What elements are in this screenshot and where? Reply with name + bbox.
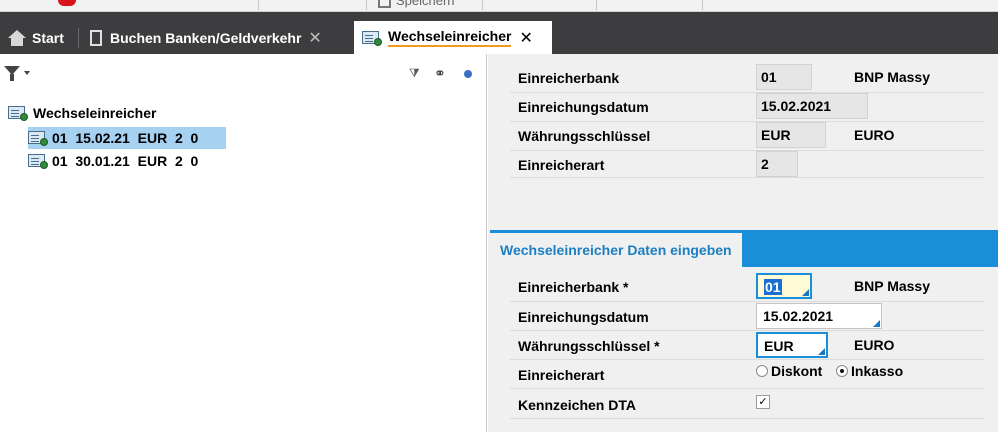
detail-label-einreicherbank: Einreicherbank (518, 70, 620, 86)
wechsel-icon (8, 105, 28, 121)
lookup-corner-icon (802, 289, 809, 296)
detail-desc-waehrung: EURO (854, 127, 895, 143)
row-divider (510, 330, 984, 331)
calendar-corner-icon (873, 320, 880, 327)
dta-label: Kennzeichen DTA (518, 397, 636, 413)
tree-root[interactable]: Wechseleinreicher (8, 105, 156, 121)
einreichungsdatum-value: 15.02.2021 (763, 308, 834, 324)
waehrung-input[interactable]: EUR (756, 332, 828, 358)
tab-wechseleinreicher[interactable]: Wechseleinreicher ✕ (354, 21, 552, 54)
tab-wechseleinreicher-label: Wechseleinreicher (388, 28, 512, 47)
toolbar-divider (596, 0, 597, 10)
toolbar-divider (366, 0, 367, 10)
tab-start-label: Start (32, 29, 64, 46)
tree-item-label: 01 15.02.21 EUR 2 0 (52, 130, 199, 146)
dta-checkbox[interactable]: ✓ (756, 395, 770, 409)
tree-item-label: 01 30.01.21 EUR 2 0 (52, 153, 199, 169)
radio-icon (756, 365, 768, 377)
lookup-corner-icon (818, 348, 825, 355)
radio-inkasso[interactable]: Inkasso (836, 363, 903, 379)
detail-value-waehrung: EUR (756, 122, 826, 148)
detail-label-waehrung: Währungsschlüssel (518, 128, 651, 144)
checkmark-icon: ✓ (758, 396, 768, 408)
detail-value-einreicherbank: 01 (756, 64, 812, 90)
detail-value-einreicherart: 2 (756, 151, 798, 177)
app-logo (58, 0, 76, 6)
filter-check-icon[interactable]: ⧩ (409, 66, 423, 80)
row-divider (510, 177, 984, 178)
chevron-down-icon[interactable] (24, 71, 30, 75)
radio-inkasso-label: Inkasso (851, 363, 904, 379)
binoculars-icon[interactable]: ⚭ (434, 65, 446, 82)
einreichungsdatum-input[interactable]: 15.02.2021 (756, 303, 882, 329)
row-divider (510, 359, 984, 360)
close-icon[interactable]: ✕ (519, 28, 532, 48)
einreicherbank-value: 01 (764, 279, 782, 295)
detail-value-einreichungsdatum: 15.02.2021 (756, 93, 868, 119)
disk-icon (378, 0, 391, 9)
tree-item[interactable]: 01 30.01.21 EUR 2 0 (28, 150, 204, 172)
detail-desc-einreicherbank: BNP Massy (854, 69, 931, 85)
home-icon (8, 29, 26, 46)
radio-selected-icon (836, 365, 848, 377)
top-toolbar: Speichern (0, 0, 998, 12)
einreicherbank-desc: BNP Massy (854, 278, 931, 294)
tab-start[interactable]: Start (8, 21, 64, 54)
row-divider (510, 388, 984, 389)
tree-item[interactable]: 01 15.02.21 EUR 2 0 (28, 127, 226, 149)
wechsel-icon (28, 130, 48, 146)
tree-pane: ⧩ ⚭ Wechseleinreicher 01 15.02.21 EUR 2 … (0, 54, 487, 432)
toolbar-divider (258, 0, 259, 10)
close-icon[interactable]: ✕ (308, 28, 321, 48)
detail-label-einreicherart: Einreicherart (518, 157, 605, 173)
row-divider (510, 418, 984, 419)
section-title[interactable]: Wechseleinreicher Daten eingeben (490, 230, 742, 268)
radio-diskont[interactable]: Diskont (756, 363, 822, 379)
tree-root-label: Wechseleinreicher (33, 105, 157, 121)
toolbar-divider (482, 0, 483, 10)
einreicherbank-input[interactable]: 01 (756, 273, 812, 299)
tab-buchen-label: Buchen Banken/Geldverkehr (110, 29, 302, 46)
tab-buchen[interactable]: Buchen Banken/Geldverkehr ✕ (90, 21, 322, 54)
row-divider (510, 92, 984, 93)
filter-icon[interactable] (4, 64, 20, 82)
row-divider (510, 150, 984, 151)
waehrung-desc: EURO (854, 337, 895, 353)
row-divider (510, 301, 984, 302)
einreicherbank-label: Einreicherbank * (518, 279, 629, 295)
einreichungsdatum-label: Einreichungsdatum (518, 309, 649, 325)
waehrung-value: EUR (764, 338, 794, 354)
detail-label-einreichungsdatum: Einreichungsdatum (518, 99, 649, 115)
save-button[interactable]: Speichern (378, 0, 455, 9)
status-dot-icon (464, 70, 472, 78)
wechsel-icon (362, 30, 382, 46)
einreicherart-label: Einreicherart (518, 367, 605, 383)
tab-bar: Start Buchen Banken/Geldverkehr ✕ Wechse… (0, 12, 998, 54)
radio-diskont-label: Diskont (771, 363, 823, 379)
detail-pane: Einreicherbank 01 BNP Massy Einreichungs… (488, 54, 998, 432)
row-divider (510, 121, 984, 122)
toolbar-divider (702, 0, 703, 10)
save-label: Speichern (396, 0, 455, 8)
waehrung-label: Währungsschlüssel * (518, 338, 660, 354)
wechsel-icon (28, 153, 48, 169)
document-icon (90, 29, 102, 46)
tab-divider (78, 28, 79, 48)
